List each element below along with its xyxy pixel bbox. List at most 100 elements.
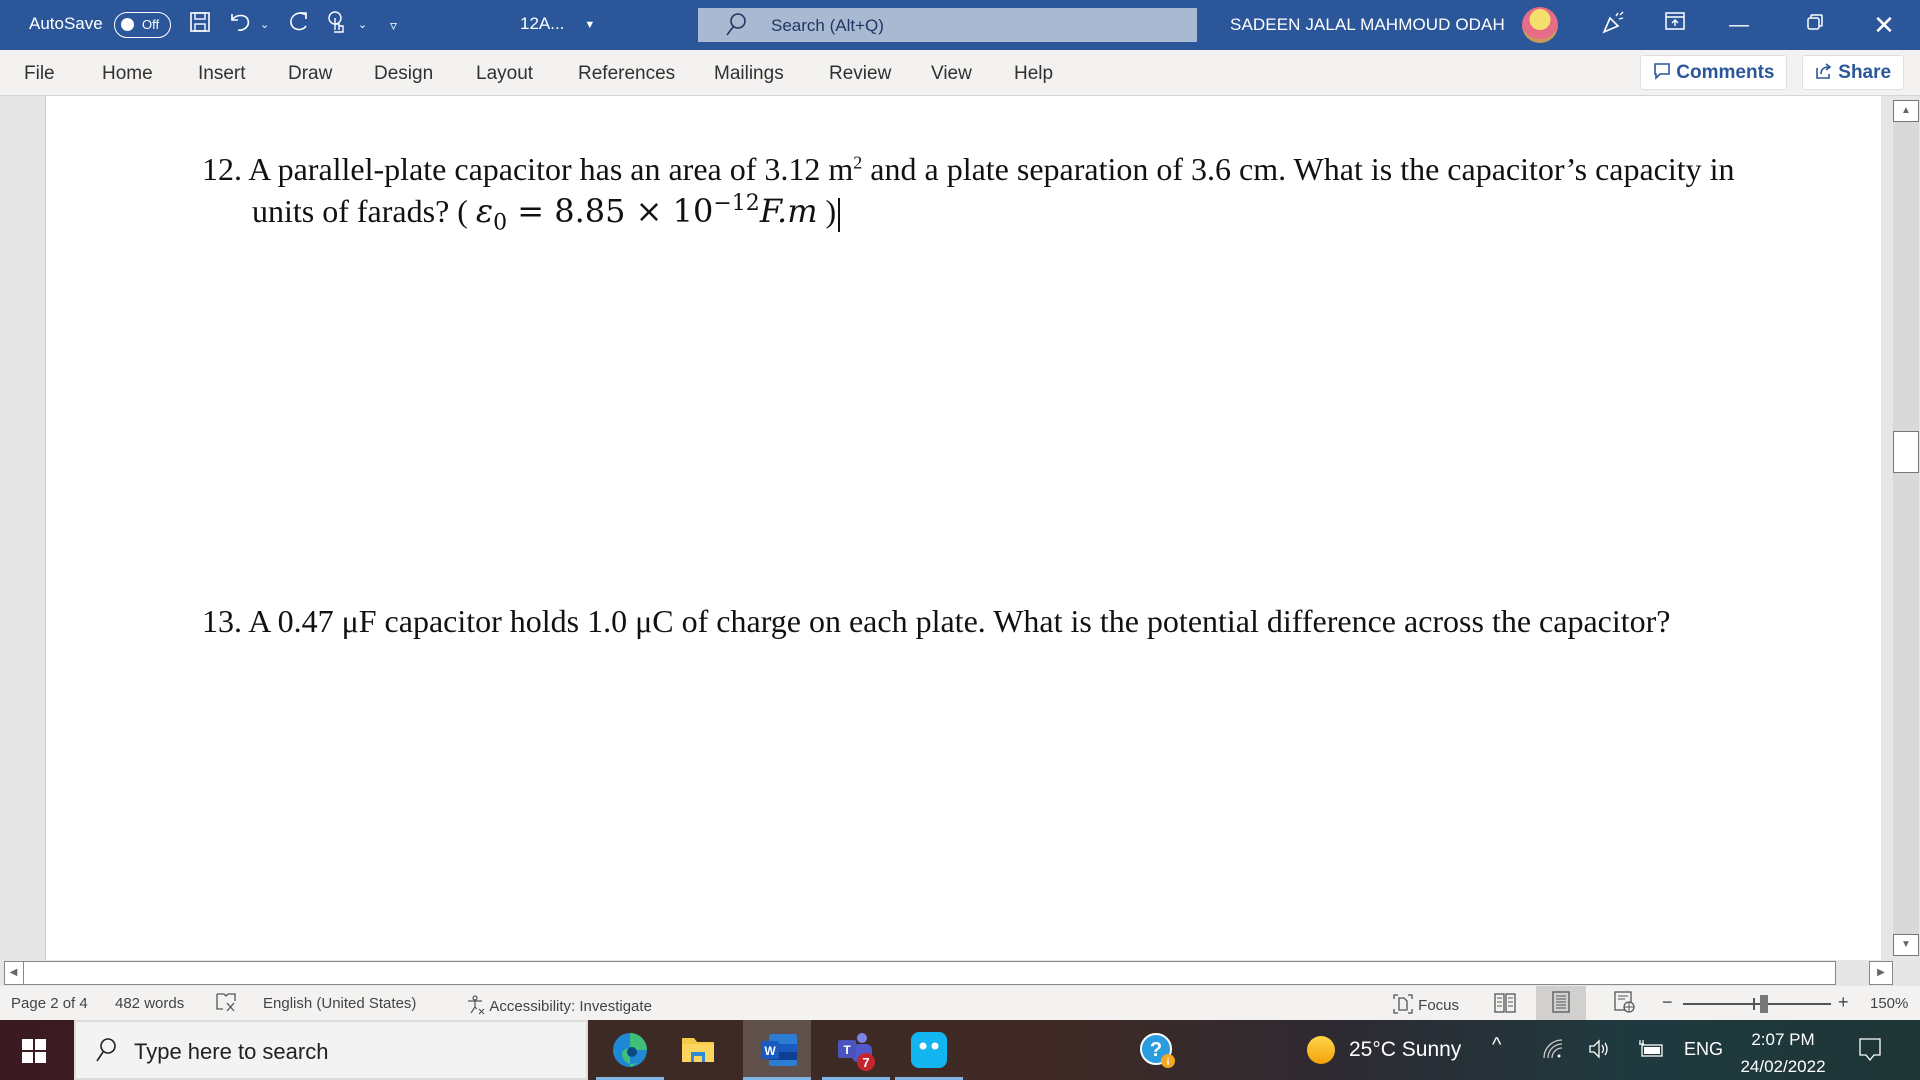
weather-sun-icon[interactable] bbox=[1306, 1035, 1336, 1071]
vertical-scrollbar[interactable]: ▲ ▼ bbox=[1881, 96, 1920, 960]
search-box[interactable]: Search (Alt+Q) bbox=[698, 8, 1197, 42]
page-count[interactable]: Page 2 of 4 bbox=[11, 995, 88, 1012]
horizontal-scrollbar[interactable]: ◀ ▶ bbox=[0, 960, 1920, 986]
svg-text:T: T bbox=[843, 1043, 851, 1057]
taskbar-search[interactable]: Type here to search bbox=[74, 1020, 588, 1080]
scroll-right-arrow[interactable]: ▶ bbox=[1869, 961, 1893, 985]
user-name[interactable]: SADEEN JALAL MAHMOUD ODAH bbox=[1230, 15, 1505, 35]
customize-qat-icon[interactable]: ▿ bbox=[390, 10, 397, 40]
comment-icon bbox=[1653, 62, 1676, 83]
tab-layout[interactable]: Layout bbox=[476, 63, 533, 85]
notifications-icon[interactable] bbox=[1858, 1037, 1882, 1069]
battery-charging-icon[interactable] bbox=[1638, 1040, 1664, 1064]
clock-time: 2:07 PM bbox=[1751, 1030, 1815, 1049]
equation-unit: F.m bbox=[759, 192, 818, 230]
taskbar-teams[interactable]: T7 bbox=[822, 1020, 890, 1080]
windows-taskbar: Type here to search W T7 ? i 25°C Sunny ^… bbox=[0, 1020, 1920, 1080]
accessibility-status[interactable]: Accessibility: Investigate bbox=[466, 995, 652, 1015]
status-bar: Page 2 of 4 482 words English (United St… bbox=[0, 986, 1920, 1020]
tab-home[interactable]: Home bbox=[102, 63, 153, 85]
accessibility-label: Accessibility: Investigate bbox=[489, 998, 652, 1015]
q12-superscript: 2 bbox=[853, 152, 863, 173]
undo-icon[interactable] bbox=[228, 10, 254, 40]
zoom-in-button[interactable]: + bbox=[1838, 992, 1849, 1013]
accessibility-icon bbox=[466, 995, 489, 1015]
tab-help[interactable]: Help bbox=[1014, 63, 1053, 85]
volume-icon[interactable] bbox=[1588, 1038, 1612, 1066]
coauthor-icon[interactable] bbox=[1590, 10, 1636, 40]
autosave-state: Off bbox=[142, 17, 160, 32]
show-hidden-icons-chevron[interactable]: ^ bbox=[1492, 1034, 1501, 1057]
svg-text:7: 7 bbox=[862, 1055, 869, 1070]
tab-design[interactable]: Design bbox=[374, 63, 433, 85]
q12-line2-text: units of farads? ( bbox=[252, 193, 476, 229]
search-icon bbox=[724, 12, 748, 44]
read-mode-icon[interactable] bbox=[1480, 986, 1530, 1020]
close-icon[interactable]: ✕ bbox=[1861, 10, 1907, 40]
undo-dropdown-icon[interactable]: ⌄ bbox=[260, 10, 269, 40]
zoom-slider-handle[interactable] bbox=[1760, 995, 1768, 1013]
h-scroll-track[interactable] bbox=[4, 961, 1836, 985]
share-button[interactable]: Share bbox=[1802, 55, 1905, 90]
zoom-out-button[interactable]: − bbox=[1662, 992, 1673, 1013]
tab-view[interactable]: View bbox=[931, 63, 972, 85]
document-page[interactable]: 12. A parallel-plate capacitor has an ar… bbox=[45, 96, 1881, 960]
print-layout-icon[interactable] bbox=[1536, 986, 1586, 1020]
windows-start-icon[interactable] bbox=[22, 1039, 46, 1063]
help-info-icon[interactable]: ? i bbox=[1139, 1032, 1177, 1076]
q12-text: 12. A parallel-plate capacitor has an ar… bbox=[202, 151, 854, 187]
epsilon-subscript: 0 bbox=[493, 210, 508, 236]
autosave-toggle[interactable]: Off bbox=[114, 12, 171, 38]
chat-app-icon bbox=[911, 1032, 947, 1068]
tab-review[interactable]: Review bbox=[829, 63, 891, 85]
input-language[interactable]: ENG bbox=[1684, 1039, 1723, 1060]
zoom-slider[interactable] bbox=[1683, 995, 1831, 1013]
wifi-icon[interactable] bbox=[1542, 1038, 1564, 1066]
document-name[interactable]: 12A... ▼ bbox=[520, 14, 595, 34]
minimize-icon[interactable]: — bbox=[1716, 10, 1762, 40]
ribbon-display-options-icon[interactable] bbox=[1652, 10, 1698, 40]
save-icon[interactable] bbox=[188, 10, 212, 40]
focus-button[interactable]: Focus bbox=[1392, 993, 1459, 1015]
scroll-down-arrow[interactable]: ▼ bbox=[1893, 934, 1919, 956]
taskbar-word[interactable]: W bbox=[743, 1020, 811, 1080]
search-placeholder: Search (Alt+Q) bbox=[771, 16, 884, 35]
taskbar-messenger-app[interactable] bbox=[895, 1020, 963, 1080]
share-label: Share bbox=[1838, 62, 1892, 83]
tab-references[interactable]: References bbox=[578, 63, 675, 85]
touch-mode-icon[interactable] bbox=[326, 10, 348, 40]
touch-dropdown-icon[interactable]: ⌄ bbox=[358, 10, 367, 40]
scroll-left-arrow[interactable]: ◀ bbox=[4, 961, 24, 985]
user-avatar[interactable] bbox=[1522, 7, 1558, 43]
word-icon: W bbox=[761, 1034, 797, 1066]
clock[interactable]: 2:07 PM 24/02/2022 bbox=[1730, 1026, 1836, 1080]
taskbar-edge[interactable] bbox=[596, 1020, 664, 1080]
language-status[interactable]: English (United States) bbox=[263, 995, 416, 1012]
word-count[interactable]: 482 words bbox=[115, 995, 184, 1012]
q12-text-cont: and a plate separation of 3.6 cm. What i… bbox=[862, 151, 1735, 187]
weather-widget[interactable]: 25°C Sunny bbox=[1349, 1038, 1461, 1062]
question-12: 12. A parallel-plate capacitor has an ar… bbox=[202, 148, 1735, 244]
zoom-level[interactable]: 150% bbox=[1870, 995, 1908, 1012]
tab-insert[interactable]: Insert bbox=[198, 63, 246, 85]
scroll-up-arrow[interactable]: ▲ bbox=[1893, 100, 1919, 122]
toggle-knob bbox=[121, 18, 134, 31]
question-13: 13. A 0.47 μF capacitor holds 1.0 μC of … bbox=[202, 603, 1671, 639]
tab-mailings[interactable]: Mailings bbox=[714, 63, 784, 85]
tab-draw[interactable]: Draw bbox=[288, 63, 332, 85]
comments-label: Comments bbox=[1676, 62, 1775, 83]
proofing-icon[interactable] bbox=[215, 991, 237, 1017]
text-cursor bbox=[838, 197, 841, 232]
focus-icon bbox=[1392, 994, 1418, 1014]
restore-icon[interactable] bbox=[1792, 10, 1838, 40]
zoom-100-marker bbox=[1753, 998, 1755, 1010]
redo-icon[interactable] bbox=[286, 10, 312, 40]
edge-icon bbox=[613, 1033, 647, 1067]
scroll-thumb[interactable] bbox=[1893, 431, 1919, 473]
tab-file[interactable]: File bbox=[24, 63, 55, 85]
title-bar: AutoSave Off ⌄ ⌄ ▿ 12A... ▼ Search (Alt+Q… bbox=[0, 0, 1920, 50]
taskbar-file-explorer[interactable] bbox=[664, 1020, 732, 1080]
scroll-track[interactable] bbox=[1893, 100, 1919, 956]
comments-button[interactable]: Comments bbox=[1640, 55, 1788, 90]
web-layout-icon[interactable] bbox=[1600, 986, 1650, 1020]
